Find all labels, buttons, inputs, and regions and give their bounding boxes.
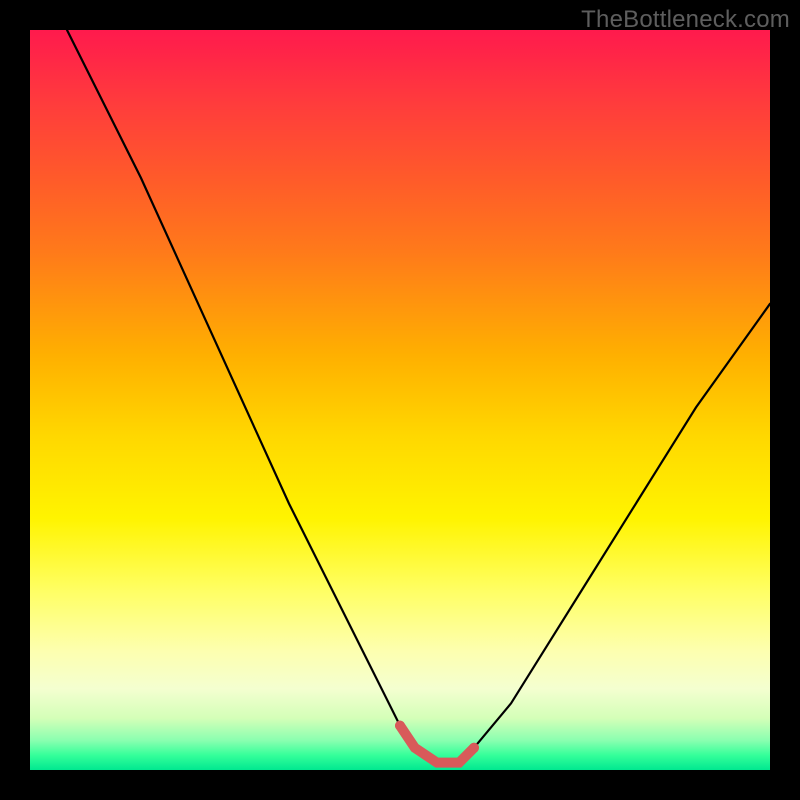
optimal-start-dot <box>395 721 405 731</box>
optimal-segment <box>400 726 474 763</box>
bottleneck-curve <box>67 30 770 763</box>
curve-layer <box>30 30 770 770</box>
watermark-text: TheBottleneck.com <box>581 6 790 34</box>
optimal-end-dot <box>469 743 479 753</box>
plot-area <box>30 30 770 770</box>
chart-frame: TheBottleneck.com <box>0 0 800 800</box>
